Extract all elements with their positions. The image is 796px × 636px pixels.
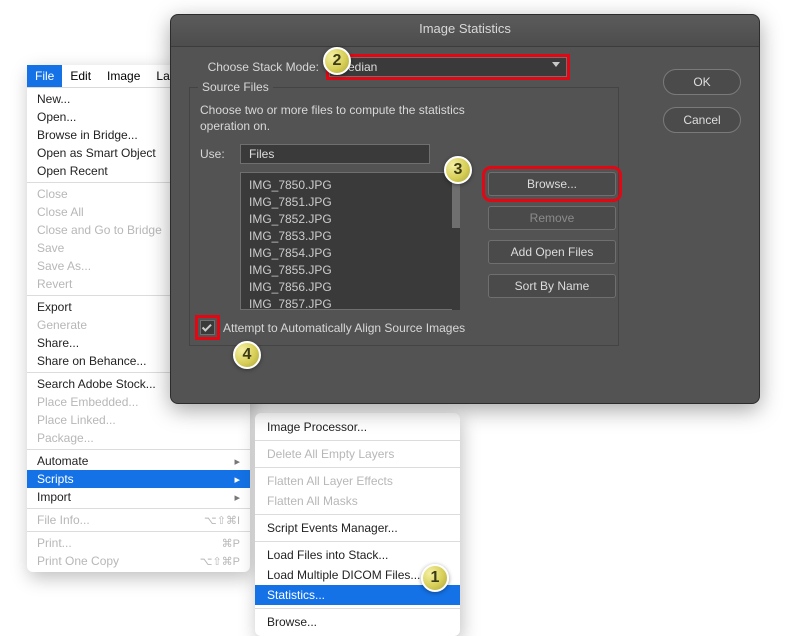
separator (27, 508, 250, 509)
menu-print: Print...⌘P (27, 534, 250, 552)
separator (255, 608, 460, 609)
chevron-right-icon: ▸ (234, 473, 240, 486)
menu-print-one: Print One Copy⌥⇧⌘P (27, 552, 250, 570)
sub-load-stack[interactable]: Load Files into Stack... (255, 545, 460, 565)
source-files-group: Source Files Choose two or more files to… (189, 87, 619, 346)
menubar-file[interactable]: File (27, 65, 62, 87)
step-badge-3: 3 (444, 156, 472, 184)
menubar-edit[interactable]: Edit (62, 65, 99, 87)
add-open-files-button[interactable]: Add Open Files (488, 240, 616, 264)
separator (27, 531, 250, 532)
separator (255, 541, 460, 542)
menu-package: Package... (27, 429, 250, 447)
chevron-right-icon: ▸ (234, 455, 240, 468)
menu-scripts[interactable]: Scripts▸ (27, 470, 250, 488)
file-list[interactable]: IMG_7850.JPG IMG_7851.JPG IMG_7852.JPG I… (240, 172, 460, 310)
shortcut-label: ⌥⇧⌘P (200, 555, 240, 568)
separator (255, 514, 460, 515)
list-item[interactable]: IMG_7852.JPG (249, 211, 451, 228)
use-dropdown[interactable]: Files (240, 144, 430, 164)
source-files-legend: Source Files (198, 80, 273, 94)
menu-import[interactable]: Import▸ (27, 488, 250, 506)
cancel-button[interactable]: Cancel (663, 107, 741, 133)
list-item[interactable]: IMG_7854.JPG (249, 245, 451, 262)
scripts-submenu: Image Processor... Delete All Empty Laye… (255, 413, 460, 636)
check-icon (202, 322, 212, 332)
use-label: Use: (200, 147, 228, 161)
list-item[interactable]: IMG_7850.JPG (249, 177, 451, 194)
menu-automate[interactable]: Automate▸ (27, 452, 250, 470)
stack-mode-label: Choose Stack Mode: (189, 60, 329, 74)
sub-script-events[interactable]: Script Events Manager... (255, 518, 460, 538)
shortcut-label: ⌥⇧⌘I (204, 514, 240, 527)
step-badge-4: 4 (233, 341, 261, 369)
sub-flatten-fx: Flatten All Layer Effects (255, 471, 460, 491)
use-value: Files (249, 147, 274, 161)
separator (27, 449, 250, 450)
sub-image-processor[interactable]: Image Processor... (255, 417, 460, 437)
list-item[interactable]: IMG_7851.JPG (249, 194, 451, 211)
source-desc: Choose two or more files to compute the … (200, 102, 608, 134)
dialog-image-statistics: Image Statistics OK Cancel Choose Stack … (170, 14, 760, 404)
list-item[interactable]: IMG_7853.JPG (249, 228, 451, 245)
auto-align-checkbox[interactable] (200, 320, 215, 335)
separator (255, 467, 460, 468)
list-item[interactable]: IMG_7857.JPG (249, 296, 451, 310)
dialog-title: Image Statistics (171, 15, 759, 47)
browse-button[interactable]: Browse... (488, 172, 616, 196)
chevron-right-icon: ▸ (234, 491, 240, 504)
step-badge-2: 2 (323, 47, 351, 75)
ok-button[interactable]: OK (663, 69, 741, 95)
remove-button: Remove (488, 206, 616, 230)
sort-by-name-button[interactable]: Sort By Name (488, 274, 616, 298)
stack-mode-dropdown[interactable]: Median (329, 57, 567, 77)
list-item[interactable]: IMG_7855.JPG (249, 262, 451, 279)
sub-flatten-masks: Flatten All Masks (255, 491, 460, 511)
auto-align-label: Attempt to Automatically Align Source Im… (223, 321, 465, 335)
shortcut-label: ⌘P (222, 537, 240, 550)
menu-place-linked: Place Linked... (27, 411, 250, 429)
menu-file-info: File Info...⌥⇧⌘I (27, 511, 250, 529)
sub-delete-empty: Delete All Empty Layers (255, 444, 460, 464)
chevron-down-icon (552, 62, 560, 67)
menubar-image[interactable]: Image (99, 65, 148, 87)
sub-browse[interactable]: Browse... (255, 612, 460, 632)
list-item[interactable]: IMG_7856.JPG (249, 279, 451, 296)
separator (255, 440, 460, 441)
step-badge-1: 1 (421, 564, 449, 592)
